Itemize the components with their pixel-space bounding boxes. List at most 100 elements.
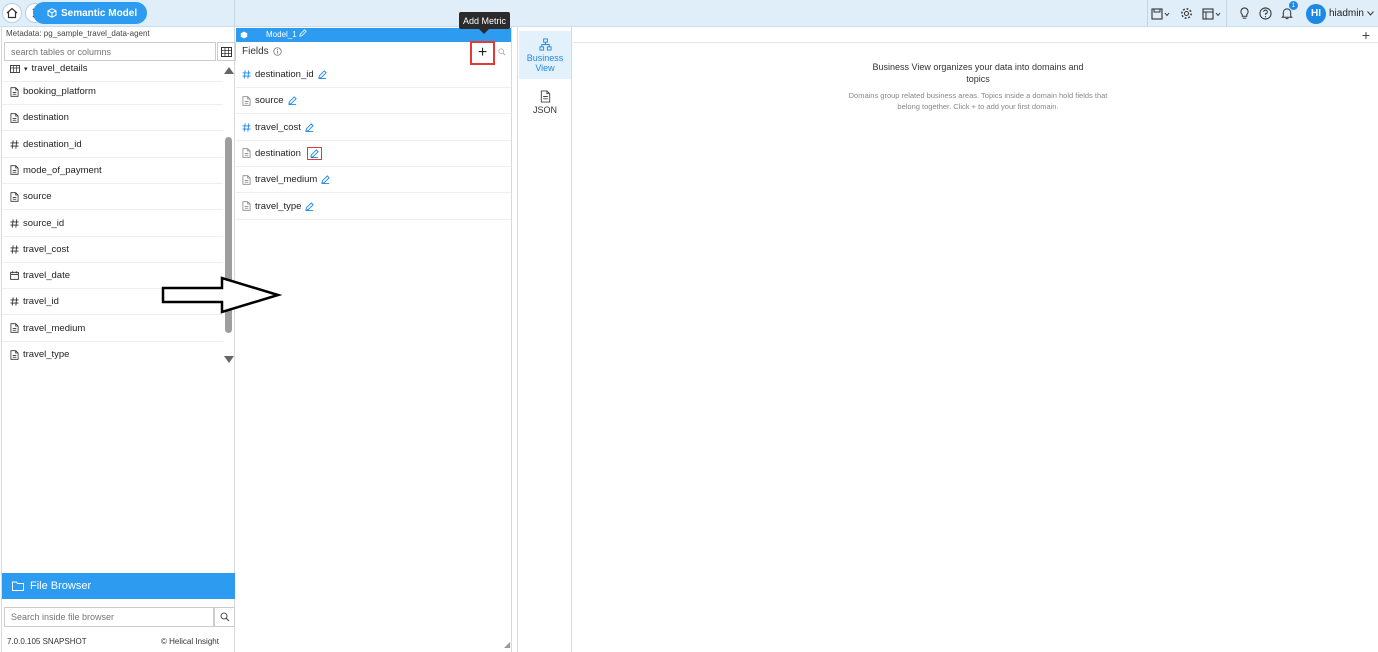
edit-field-button[interactable] [317,70,327,79]
metadata-label: Metadata: pg_sample_travel_data-agent [6,29,150,38]
cube-icon [240,31,248,39]
fields-header: Fields [242,46,282,57]
field-name: travel_medium [255,174,318,186]
text-file-icon [10,191,19,202]
business-view-label: Business View [526,52,564,73]
field-row[interactable]: travel_type [236,194,511,220]
pencil-icon [321,175,331,185]
column-item[interactable]: destination [2,105,223,132]
home-button[interactable] [2,3,22,23]
pencil-icon [317,70,327,79]
column-name: destination_id [23,138,82,150]
scroll-down-arrow[interactable] [224,356,234,363]
scrollbar[interactable] [224,65,234,365]
user-name: hiadmin [1328,8,1364,19]
breadcrumb-label: Semantic Model [61,7,138,19]
topbar-divider [234,0,235,27]
edit-field-button[interactable] [305,122,314,132]
save-menu-button[interactable] [1151,7,1171,20]
field-name: destination [255,147,301,159]
search-icon [219,612,229,622]
metadata-panel: Metadata: pg_sample_travel_data-agent ▾ … [1,27,236,652]
text-file-icon [10,113,19,123]
top-right-toolbar: 1 HI hiadmin [1151,0,1374,27]
column-item[interactable]: destination_id [2,132,223,158]
column-item[interactable]: booking_platform [2,79,223,105]
field-row[interactable]: travel_medium [236,167,511,194]
help-button[interactable] [1259,7,1272,20]
edit-field-button[interactable] [305,201,315,211]
columns-list: ▾ travel_details booking_platform destina… [2,62,223,367]
column-name: travel_date [23,270,71,282]
pencil-icon [305,122,314,132]
empty-state-title: Business View organizes your data into d… [872,62,1084,84]
user-menu[interactable]: HI hiadmin [1305,3,1374,24]
layout-icon [1202,7,1221,20]
edit-field-button[interactable] [287,96,297,106]
field-name: travel_cost [255,121,301,133]
top-bar: Semantic Model 1 HI hiadmin [0,0,1378,27]
text-file-icon [242,96,251,106]
field-row[interactable]: source [236,88,511,115]
copyright-icon: © [161,637,167,646]
hash-icon [242,70,251,79]
tips-button[interactable] [1239,7,1250,20]
scroll-up-arrow[interactable] [224,67,234,74]
text-file-icon [242,174,251,185]
edit-field-button[interactable] [321,175,331,185]
column-item[interactable]: source [2,184,223,211]
column-item[interactable]: travel_type [2,342,223,367]
column-name: booking_platform [23,86,96,97]
hash-icon [10,139,19,149]
add-domain-button[interactable]: + [1362,27,1370,43]
column-item[interactable]: travel_cost [2,237,223,263]
hash-icon [242,122,251,132]
text-file-icon [10,349,19,360]
caret-down-icon: ▾ [24,65,28,73]
business-view-canvas: + Business View organizes your data into… [573,27,1378,652]
field-name: destination_id [255,69,314,80]
save-icon [1151,7,1170,20]
avatar: HI [1305,3,1326,24]
hash-icon [10,245,19,254]
text-file-icon [10,86,19,97]
text-file-icon [10,165,19,176]
column-name: travel_type [23,349,70,360]
file-browser-header[interactable]: File Browser [2,573,235,599]
hash-icon [10,297,19,306]
calendar-icon [10,271,19,280]
file-browser-search-input[interactable] [4,607,214,627]
column-item[interactable]: source_id [2,211,223,237]
notifications-button[interactable]: 1 [1281,1,1298,20]
search-tables-input[interactable] [4,42,216,61]
plus-icon: + [477,44,488,61]
notification-badge: 1 [1288,1,1298,10]
fields-panel: Model_1 Fields Add Metric + destination_… [236,12,512,652]
breadcrumb-semantic-model[interactable]: Semantic Model [32,2,148,24]
topbar-divider [1147,0,1148,27]
file-browser-search-button[interactable] [214,607,235,627]
table-view-button[interactable] [217,42,236,61]
model-name[interactable]: Model_1 [266,29,307,39]
fields-search-button[interactable] [498,48,506,59]
field-row[interactable]: travel_cost [236,115,511,141]
add-metric-tooltip: Add Metric [459,12,510,34]
text-file-icon [242,201,251,211]
home-icon [6,7,18,19]
help-icon [1259,7,1272,20]
field-row[interactable]: destination_id [236,62,511,88]
json-view-tab[interactable]: JSON [519,85,571,119]
column-item[interactable]: mode_of_payment [2,158,223,184]
lightbulb-icon [1240,7,1249,19]
resize-grip[interactable]: ◢ [504,640,510,649]
column-item[interactable]: travel_medium [2,316,223,342]
edit-field-button[interactable] [306,146,322,160]
layout-menu-button[interactable] [1202,7,1222,20]
business-view-tab[interactable]: Business View [519,31,571,79]
hash-icon [10,218,19,228]
field-row[interactable]: destination [236,141,511,167]
pencil-icon [287,96,297,106]
annotation-arrow [161,276,282,314]
column-name: travel_medium [23,322,86,334]
settings-button[interactable] [1180,7,1193,20]
